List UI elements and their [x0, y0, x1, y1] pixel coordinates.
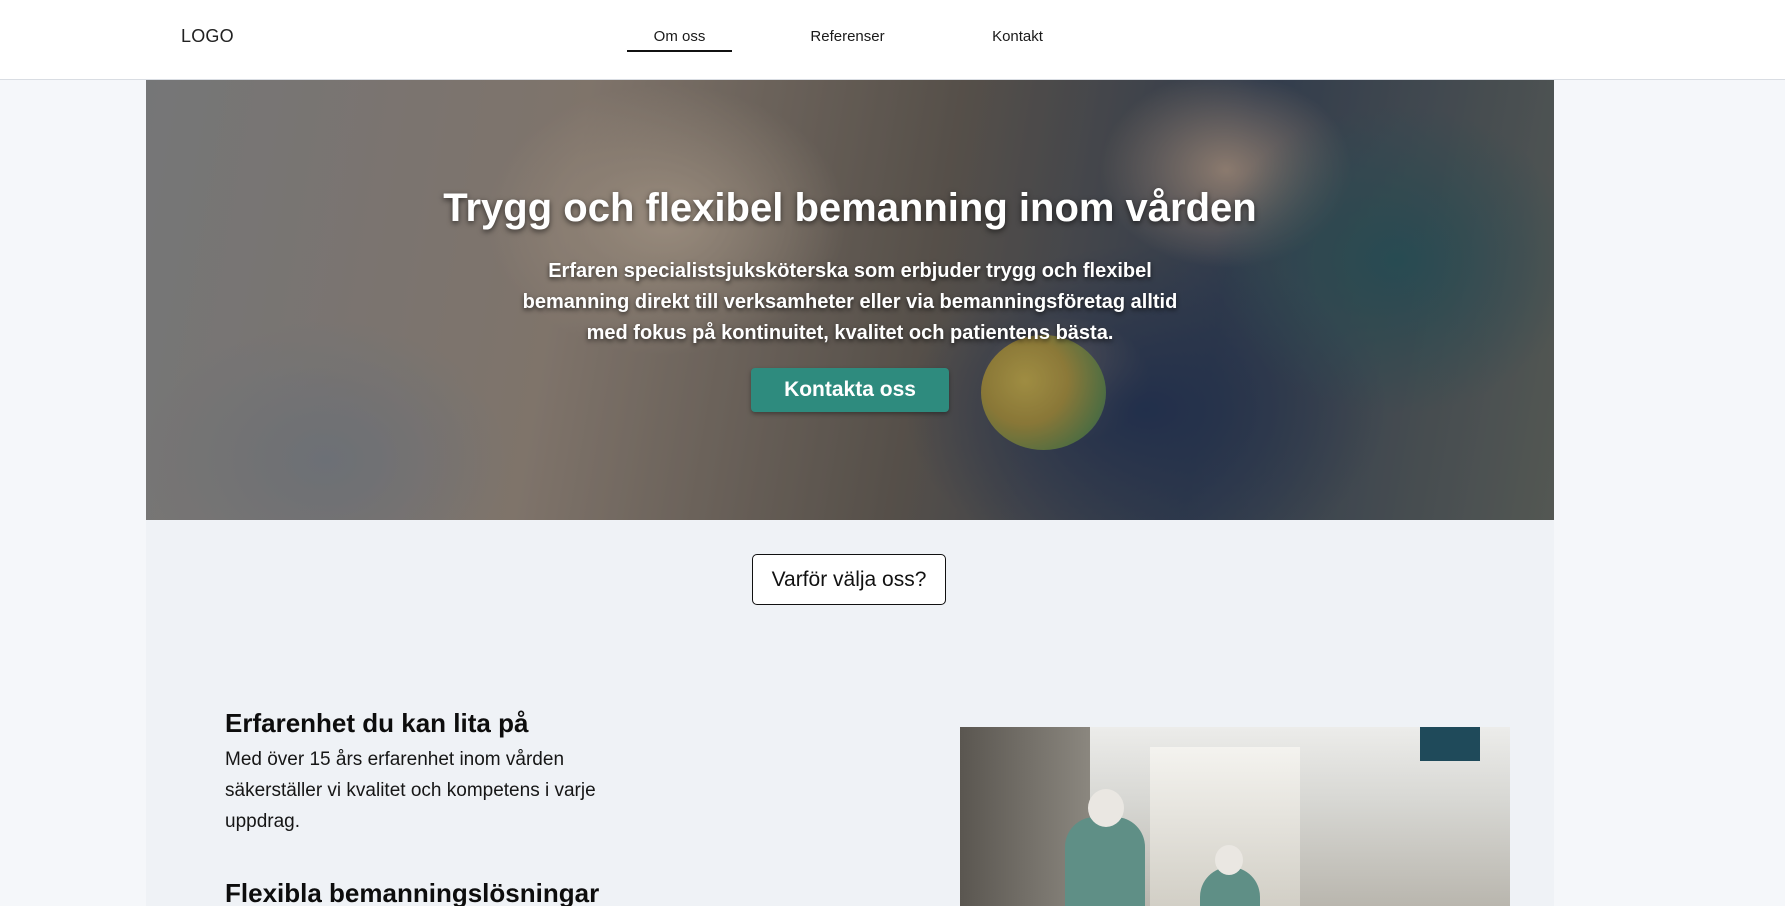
- feature-title-flexible: Flexibla bemanningslösningar: [225, 878, 600, 906]
- nav-om-oss[interactable]: Om oss: [627, 28, 732, 45]
- hero-title: Trygg och flexibel bemanning inom vården: [443, 186, 1257, 230]
- hero-subtitle: Erfaren specialistsjuksköterska som erbj…: [522, 260, 1178, 344]
- contact-us-button[interactable]: Kontakta oss: [751, 368, 949, 412]
- site-header: LOGO Om oss Referenser Kontakt: [0, 0, 1785, 80]
- logo[interactable]: LOGO: [181, 26, 234, 47]
- why-choose-us-button[interactable]: Varför välja oss?: [752, 554, 946, 605]
- hero-section: Trygg och flexibel bemanning inom vården…: [146, 80, 1554, 520]
- nav-referenser[interactable]: Referenser: [800, 28, 895, 45]
- main-content: Trygg och flexibel bemanning inom vården…: [146, 80, 1554, 906]
- feature-text-experience: Med över 15 års erfarenhet inom vården s…: [225, 749, 596, 832]
- active-nav-indicator: [627, 50, 732, 52]
- hospital-corridor-image: [960, 727, 1510, 906]
- nav-kontakt[interactable]: Kontakt: [980, 28, 1055, 45]
- feature-title-experience: Erfarenhet du kan lita på: [225, 708, 529, 738]
- exit-sign-icon: [1420, 727, 1480, 761]
